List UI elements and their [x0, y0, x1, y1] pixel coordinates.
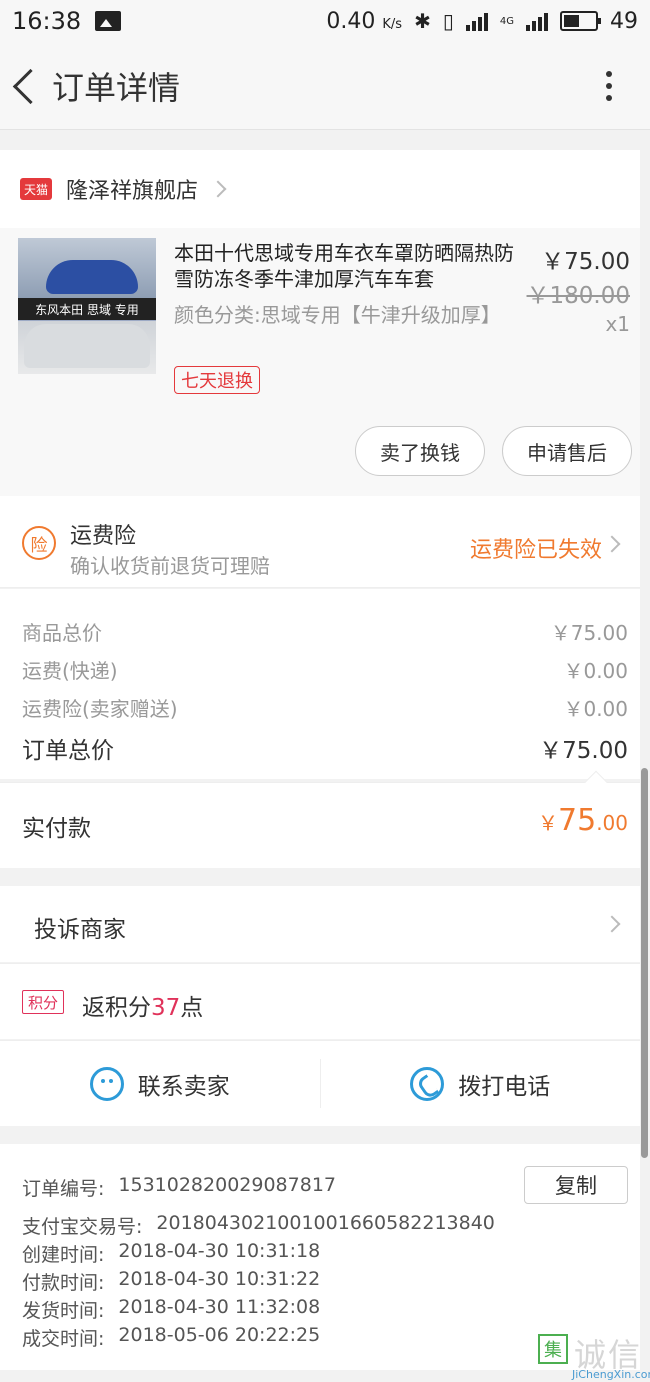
cell-signal-icon [526, 11, 548, 31]
status-time: 16:38 [12, 7, 82, 35]
product-title: 本田十代思域专用车衣车罩防晒隔热防雪防冻冬季牛津加厚汽车车套 [174, 241, 514, 291]
order-info-label: 创建时间: [22, 1244, 105, 1266]
status-bar: 16:38 0.40 K/s ✱ ▯ 4G 49 [0, 0, 650, 42]
page-title: 订单详情 [52, 68, 181, 107]
points-badge: 积分 [22, 990, 64, 1014]
amount-integer: 75 [558, 803, 597, 838]
points-row: 积分 返积分37点 [0, 963, 640, 1039]
product-price: ￥75.00 [541, 249, 630, 275]
order-info-row: 订单编号: 153102820029087817 [22, 1174, 336, 1201]
phone-icon [410, 1066, 445, 1101]
order-info-label: 发货时间: [22, 1300, 105, 1322]
contact-bar: 联系卖家 拨打电话 [0, 1040, 640, 1126]
order-total-row: 订单总价 ￥75.00 [22, 731, 628, 765]
copy-button[interactable]: 复制 [524, 1166, 628, 1204]
product-image[interactable]: 东风本田 思域 专用 [18, 238, 156, 374]
watermark-domain: JiChengXin.com [572, 1368, 650, 1381]
actual-payment-label: 实付款 [22, 816, 91, 842]
chevron-right-icon [603, 535, 621, 553]
chevron-right-icon [603, 915, 621, 933]
insurance-icon: 险 [22, 526, 56, 560]
more-icon[interactable] [606, 70, 612, 101]
battery-icon [560, 11, 601, 31]
order-info-row: 成交时间: 2018-05-06 20:22:25 [22, 1324, 320, 1351]
bluetooth-icon: ✱ [414, 9, 431, 33]
insurance-status: 运费险已失效 [469, 538, 602, 563]
order-info-value: 2018-05-06 20:22:25 [118, 1324, 321, 1346]
order-info-row: 创建时间: 2018-04-30 10:31:18 [22, 1240, 320, 1267]
insurance-title: 运费险 [70, 524, 137, 549]
order-info-value: 2018-04-30 10:31:22 [118, 1268, 321, 1290]
gallery-icon [95, 11, 122, 31]
summary-row: 商品总价 ￥75.00 [22, 617, 628, 646]
order-info-label: 支付宝交易号: [22, 1216, 143, 1238]
order-info-row: 支付宝交易号: 2018043021001001660582213840 [22, 1212, 495, 1239]
scrollbar[interactable] [641, 768, 648, 1158]
product-image-banner: 东风本田 思域 专用 [18, 298, 156, 320]
actual-payment-amount: ￥75.00 [538, 803, 628, 838]
insurance-subtitle: 确认收货前退货可理赔 [70, 554, 270, 578]
price-summary: 商品总价 ￥75.00 运费(快递) ￥0.00 运费险(卖家赠送) ￥0.00… [0, 589, 640, 779]
order-info-label: 成交时间: [22, 1328, 105, 1350]
order-info-value: 2018-04-30 10:31:18 [118, 1240, 321, 1262]
order-info-row: 付款时间: 2018-04-30 10:31:22 [22, 1268, 320, 1295]
order-info-value: 2018-04-30 11:32:08 [118, 1296, 321, 1318]
back-arrow-icon[interactable] [8, 66, 48, 106]
speed-unit: K/s [382, 16, 403, 32]
network-speed: 0.40 K/s [326, 9, 402, 34]
watermark: 集 诚信 JiChengXin.com [532, 1330, 650, 1382]
summary-label: 商品总价 [22, 621, 102, 645]
points-suffix: 点 [180, 995, 204, 1021]
chat-icon [89, 1066, 124, 1101]
summary-value: ￥0.00 [563, 697, 628, 721]
contact-seller-label: 联系卖家 [137, 1073, 230, 1100]
nav-bar: 订单详情 [0, 42, 650, 130]
points-value: 37 [151, 995, 181, 1021]
order-total-value: ￥75.00 [539, 738, 628, 764]
points-text: 返积分37点 [82, 988, 203, 1022]
order-info-label: 订单编号: [22, 1178, 105, 1200]
actual-payment-row: 实付款 ￥75.00 [0, 770, 640, 868]
car-graphic [46, 260, 138, 294]
shop-name: 隆泽祥旗舰店 [66, 179, 199, 204]
tmall-badge: 天猫 [20, 178, 52, 200]
points-prefix: 返积分 [82, 995, 151, 1021]
summary-row: 运费险(卖家赠送) ￥0.00 [22, 693, 628, 722]
order-info-value: 153102820029087817 [118, 1174, 336, 1196]
battery-level: 49 [610, 8, 638, 34]
shop-row[interactable]: 天猫 隆泽祥旗舰店 [0, 150, 640, 228]
summary-value: ￥75.00 [550, 621, 628, 645]
product-original-price: ￥180.00 [526, 283, 630, 309]
contact-seller-button[interactable]: 联系卖家 [0, 1041, 320, 1126]
complain-label: 投诉商家 [34, 917, 126, 943]
order-info-row: 发货时间: 2018-04-30 11:32:08 [22, 1296, 320, 1323]
order-total-label: 订单总价 [22, 738, 114, 764]
sell-button[interactable]: 卖了换钱 [355, 426, 485, 476]
service-badge: 七天退换 [174, 366, 260, 394]
order-info-value: 2018043021001001660582213840 [156, 1212, 495, 1234]
freight-insurance-row[interactable]: 险 运费险 确认收货前退货可理赔 运费险已失效 [0, 496, 640, 588]
product-quantity: x1 [605, 312, 630, 336]
summary-label: 运费(快递) [22, 659, 118, 683]
network-type: 4G [499, 15, 514, 27]
order-info-label: 付款时间: [22, 1272, 105, 1294]
product-spec: 颜色分类:思域专用【牛津升级加厚】 [174, 303, 501, 327]
chevron-right-icon [209, 180, 227, 198]
currency-symbol: ￥ [538, 811, 558, 835]
after-sales-button[interactable]: 申请售后 [502, 426, 632, 476]
call-phone-button[interactable]: 拨打电话 [321, 1041, 641, 1126]
amount-decimal: .00 [596, 811, 628, 835]
complain-seller-row[interactable]: 投诉商家 [0, 886, 640, 962]
product-item[interactable]: 东风本田 思域 专用 本田十代思域专用车衣车罩防晒隔热防雪防冻冬季牛津加厚汽车车… [0, 228, 640, 496]
summary-value: ￥0.00 [563, 659, 628, 683]
car-cover-graphic [24, 324, 150, 368]
watermark-logo: 集 [538, 1334, 568, 1364]
wifi-signal-icon [465, 11, 488, 31]
call-phone-label: 拨打电话 [458, 1073, 551, 1100]
vibrate-icon: ▯ [442, 9, 454, 33]
summary-label: 运费险(卖家赠送) [22, 697, 178, 721]
speed-value: 0.40 [326, 8, 376, 34]
summary-row: 运费(快递) ￥0.00 [22, 655, 628, 684]
status-right: 0.40 K/s ✱ ▯ 4G 49 [326, 9, 638, 34]
